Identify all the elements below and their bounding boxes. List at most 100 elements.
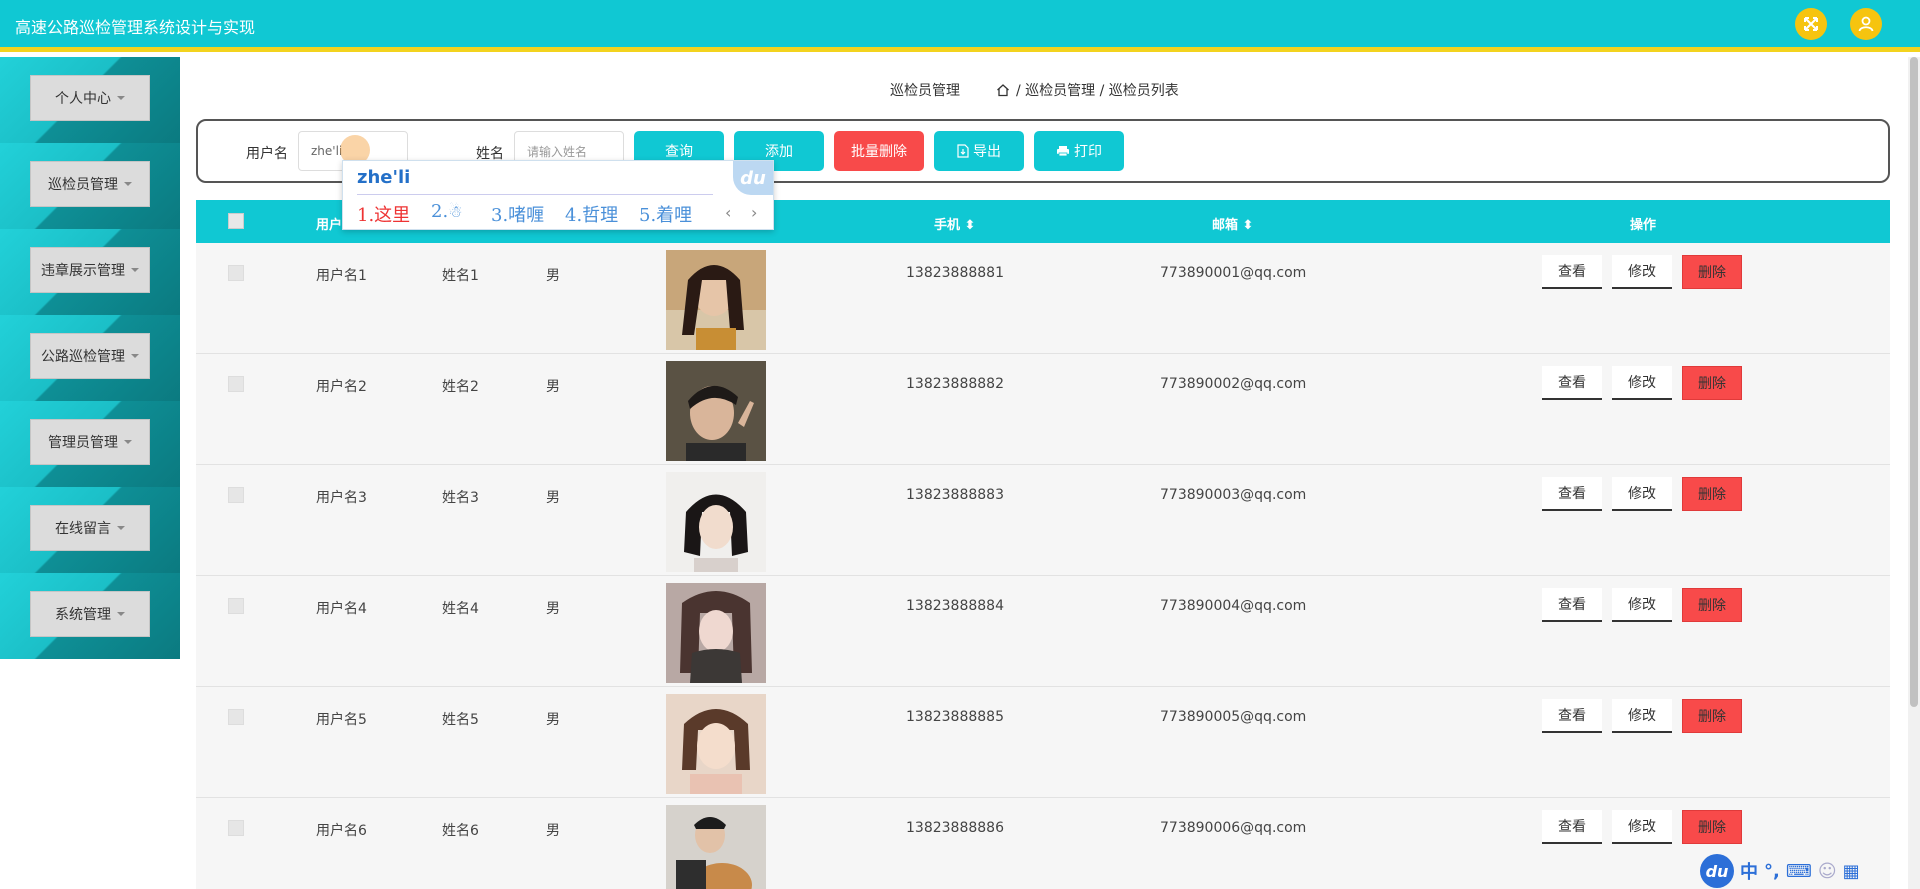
delete-button[interactable]: 删除 <box>1682 366 1742 400</box>
edit-button[interactable]: 修改 <box>1612 477 1672 511</box>
print-icon <box>1057 146 1069 157</box>
sidebar-item-inspector-management[interactable]: 巡检员管理 <box>0 143 180 229</box>
export-label: 导出 <box>973 144 1001 160</box>
punctuation-icon[interactable]: °, <box>1764 861 1780 882</box>
ime-candidate[interactable]: 1.这里 <box>357 201 410 227</box>
page-title: 巡检员管理 <box>890 83 960 99</box>
caret-down-icon <box>124 182 132 186</box>
ime-candidate[interactable]: 2.☃ <box>431 201 463 222</box>
row-checkbox[interactable] <box>228 487 244 503</box>
table-row: 用户名3 姓名3 男 13823888883 773890003@qq.com … <box>196 465 1890 576</box>
cell-name: 姓名5 <box>442 712 479 728</box>
print-label: 打印 <box>1074 144 1102 160</box>
user-icon[interactable] <box>1850 8 1882 40</box>
ime-composition-text: zhe'li <box>357 167 411 188</box>
keyboard-icon[interactable]: ⌨ <box>1786 861 1812 882</box>
header-actions: 操作 <box>1630 218 1657 233</box>
account-icon[interactable]: ☺ <box>1818 861 1837 882</box>
batch-delete-button[interactable]: 批量删除 <box>834 131 924 171</box>
cell-email: 773890004@qq.com <box>1160 598 1307 614</box>
sidebar-item-label: 巡检员管理 <box>48 177 118 193</box>
sidebar-item-violation-management[interactable]: 违章展示管理 <box>0 229 180 315</box>
query-label: 查询 <box>665 144 693 160</box>
print-button[interactable]: 打印 <box>1034 131 1124 171</box>
avatar-photo <box>666 805 766 889</box>
ime-divider <box>357 194 713 195</box>
main-scrollbar[interactable] <box>1908 57 1920 889</box>
delete-button[interactable]: 删除 <box>1682 810 1742 844</box>
chinese-mode-icon[interactable]: 中 <box>1740 858 1758 884</box>
cell-phone: 13823888883 <box>906 487 1004 503</box>
sidebar-item-label: 违章展示管理 <box>41 263 125 279</box>
cell-username: 用户名5 <box>316 712 367 728</box>
delete-button[interactable]: 删除 <box>1682 699 1742 733</box>
select-all-checkbox[interactable] <box>228 213 244 229</box>
sidebar-button[interactable]: 在线留言 <box>30 505 150 551</box>
baidu-ime-icon[interactable]: du <box>1700 854 1734 888</box>
avatar-photo <box>666 250 766 350</box>
edit-button[interactable]: 修改 <box>1612 699 1672 733</box>
sidebar-item-personal-center[interactable]: 个人中心 <box>0 57 180 143</box>
edit-button[interactable]: 修改 <box>1612 588 1672 622</box>
sidebar-item-label: 在线留言 <box>55 521 111 537</box>
row-checkbox[interactable] <box>228 820 244 836</box>
sidebar-button[interactable]: 公路巡检管理 <box>30 333 150 379</box>
delete-button[interactable]: 删除 <box>1682 255 1742 289</box>
breadcrumb-path: / 巡检员管理 / 巡检员列表 <box>1016 83 1179 99</box>
export-button[interactable]: 导出 <box>934 131 1024 171</box>
row-checkbox[interactable] <box>228 265 244 281</box>
cell-phone: 13823888885 <box>906 709 1004 725</box>
scrollbar-thumb[interactable] <box>1910 57 1918 707</box>
sidebar-button[interactable]: 管理员管理 <box>30 419 150 465</box>
cell-name: 姓名6 <box>442 823 479 839</box>
batch-delete-label: 批量删除 <box>851 144 907 160</box>
delete-button[interactable]: 删除 <box>1682 588 1742 622</box>
sidebar-item-admin-management[interactable]: 管理员管理 <box>0 401 180 487</box>
row-checkbox[interactable] <box>228 598 244 614</box>
sidebar-button[interactable]: 个人中心 <box>30 75 150 121</box>
sidebar-button[interactable]: 巡检员管理 <box>30 161 150 207</box>
sidebar-item-label: 管理员管理 <box>48 435 118 451</box>
caret-down-icon <box>117 526 125 530</box>
edit-button[interactable]: 修改 <box>1612 366 1672 400</box>
view-button[interactable]: 查看 <box>1542 366 1602 400</box>
sidebar-item-road-inspection[interactable]: 公路巡检管理 <box>0 315 180 401</box>
row-checkbox[interactable] <box>228 709 244 725</box>
view-button[interactable]: 查看 <box>1542 588 1602 622</box>
row-checkbox[interactable] <box>228 376 244 392</box>
ime-candidate[interactable]: 3.啫喱 <box>491 201 544 227</box>
avatar-photo <box>666 583 766 683</box>
baidu-ime-logo-icon: du <box>733 161 773 195</box>
cell-email: 773890002@qq.com <box>1160 376 1307 392</box>
cell-gender: 男 <box>546 379 560 395</box>
view-button[interactable]: 查看 <box>1542 255 1602 289</box>
avatar-photo <box>666 694 766 794</box>
ime-candidate[interactable]: 4.哲理 <box>565 201 618 227</box>
add-label: 添加 <box>765 144 793 160</box>
caret-down-icon <box>117 612 125 616</box>
sidebar-button[interactable]: 系统管理 <box>30 591 150 637</box>
ime-next-icon[interactable]: › <box>751 203 757 222</box>
cell-gender: 男 <box>546 712 560 728</box>
edit-button[interactable]: 修改 <box>1612 810 1672 844</box>
view-button[interactable]: 查看 <box>1542 699 1602 733</box>
home-icon[interactable] <box>996 83 1010 97</box>
cell-username: 用户名2 <box>316 379 367 395</box>
header-username[interactable]: 用户 <box>316 214 342 233</box>
sidebar-button[interactable]: 违章展示管理 <box>30 247 150 293</box>
header-phone[interactable]: 手机 ⬍ <box>934 214 975 233</box>
expand-icon[interactable] <box>1795 8 1827 40</box>
sidebar-item-online-message[interactable]: 在线留言 <box>0 487 180 573</box>
view-button[interactable]: 查看 <box>1542 810 1602 844</box>
grid-menu-icon[interactable]: ▦ <box>1843 861 1860 882</box>
cell-phone: 13823888881 <box>906 265 1004 281</box>
ime-candidate[interactable]: 5.着哩 <box>639 201 692 227</box>
view-button[interactable]: 查看 <box>1542 477 1602 511</box>
delete-button[interactable]: 删除 <box>1682 477 1742 511</box>
header-email[interactable]: 邮箱 ⬍ <box>1212 214 1253 233</box>
edit-button[interactable]: 修改 <box>1612 255 1672 289</box>
sidebar-item-label: 个人中心 <box>55 91 111 107</box>
ime-prev-icon[interactable]: ‹ <box>725 203 731 222</box>
ime-candidate-label: 2. <box>431 201 449 222</box>
sidebar-item-system-management[interactable]: 系统管理 <box>0 573 180 659</box>
